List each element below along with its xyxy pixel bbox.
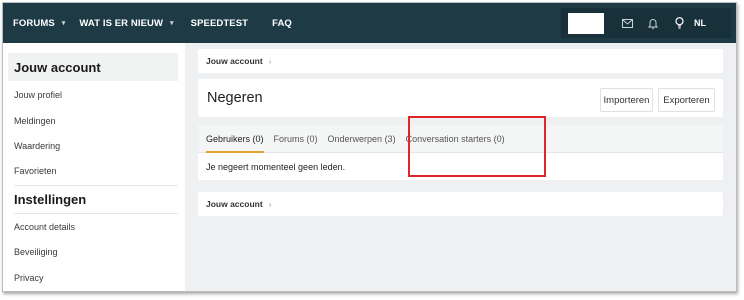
top-nav: FORUMS ▾ WAT IS ER NIEUW ▾ SPEEDTEST FAQ… [3,3,736,43]
tab-gebruikers[interactable]: Gebruikers (0) [206,125,264,153]
sidebar-item-account-details[interactable]: Account details [3,214,185,239]
tab-bar: Gebruikers (0) Forums (0) Onderwerpen (3… [198,125,723,153]
language-selector[interactable]: NL [694,18,706,28]
breadcrumb-bottom: Jouw account › [198,192,723,216]
tab-conversation-starters[interactable]: Conversation starters (0) [406,125,505,152]
sidebar-section-jouw-account[interactable]: Jouw account [8,53,178,81]
sidebar-item-favorieten[interactable]: Favorieten [3,158,185,183]
sidebar-item-beveiliging[interactable]: Beveiliging [3,239,185,265]
bell-icon[interactable] [640,8,666,38]
user-toolbar: NL [561,8,731,38]
tab-forums[interactable]: Forums (0) [274,125,318,152]
nav-wat-is-er-nieuw-label: WAT IS ER NIEUW [79,17,164,29]
breadcrumb-bottom-label: Jouw account [206,199,263,209]
lightbulb-icon[interactable] [666,8,692,38]
nav-faq-label: FAQ [272,17,292,29]
title-card: Negeren Importeren Exporteren [198,79,723,117]
chevron-down-icon: ▾ [170,20,174,27]
chevron-right-icon: › [268,56,272,66]
sidebar-item-jouw-profiel[interactable]: Jouw profiel [3,82,185,108]
sidebar: Jouw account Jouw profiel Meldingen Waar… [3,43,185,291]
breadcrumb: Jouw account › [198,49,723,73]
ignore-list-card: Gebruikers (0) Forums (0) Onderwerpen (3… [198,125,723,180]
page-title: Negeren [207,90,263,106]
chevron-down-icon: ▾ [61,20,66,27]
nav-wat-is-er-nieuw[interactable]: WAT IS ER NIEUW ▾ [79,3,173,43]
nav-speedtest[interactable]: SPEEDTEST [191,3,248,43]
breadcrumb-link[interactable]: Jouw account › [198,49,723,73]
export-button[interactable]: Exporteren [658,88,715,112]
empty-message: Je negeert momenteel geen leden. [206,161,346,172]
chevron-right-icon: › [268,199,272,209]
nav-forums-label: FORUMS [13,17,55,29]
tab-onderwerpen[interactable]: Onderwerpen (3) [328,125,396,152]
sidebar-item-meldingen[interactable]: Meldingen [3,108,185,133]
sidebar-item-privacy[interactable]: Privacy [3,265,185,291]
nav-speedtest-label: SPEEDTEST [190,17,249,29]
mail-icon[interactable] [614,8,640,38]
breadcrumb-label: Jouw account [206,56,263,66]
import-button[interactable]: Importeren [600,88,653,112]
redacted-username-box[interactable] [568,12,604,34]
nav-forums[interactable]: FORUMS ▾ [13,3,65,43]
sidebar-item-waardering[interactable]: Waardering [3,133,185,158]
breadcrumb-bottom-link[interactable]: Jouw account › [198,192,723,216]
app-window: FORUMS ▾ WAT IS ER NIEUW ▾ SPEEDTEST FAQ… [2,2,737,292]
nav-faq[interactable]: FAQ [272,3,292,43]
sidebar-section-instellingen[interactable]: Instellingen [3,186,185,213]
